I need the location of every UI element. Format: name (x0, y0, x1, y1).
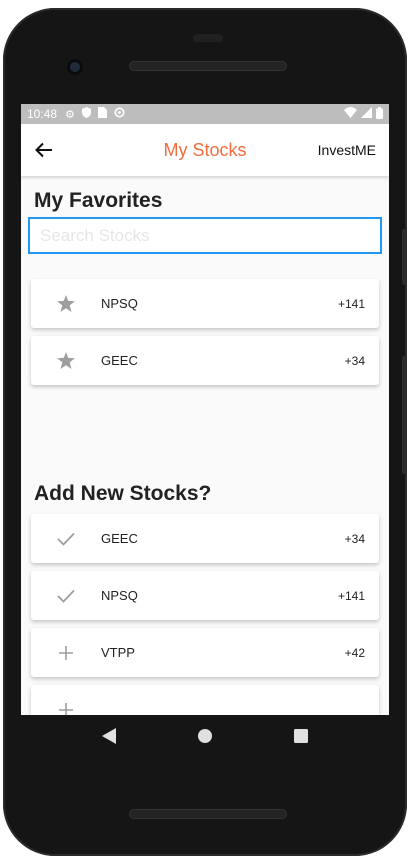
stock-change: +34 (344, 531, 365, 546)
sensor-notch (193, 34, 223, 42)
system-nav-bar (21, 715, 389, 761)
add-stocks-heading: Add New Stocks? (34, 482, 212, 505)
front-camera (67, 59, 83, 75)
favorite-stock-row[interactable]: GEEC +34 (31, 336, 379, 385)
stock-symbol: NPSQ (101, 296, 138, 311)
add-stock-row[interactable] (31, 685, 379, 715)
check-icon[interactable] (31, 589, 101, 603)
power-button[interactable] (402, 356, 407, 474)
app-screen: 10:48 ⚙ My Stocks InvestME My Favorites … (21, 104, 389, 715)
add-stock-row[interactable]: NPSQ +141 (31, 571, 379, 620)
square-recents-icon (294, 728, 308, 743)
back-button[interactable] (21, 124, 67, 176)
nav-back-button[interactable] (102, 727, 116, 749)
volume-button[interactable] (402, 229, 407, 285)
settings-icon: ⚙ (65, 108, 75, 121)
earpiece-speaker (129, 61, 287, 71)
favorites-list: NPSQ +141 GEEC +34 (21, 279, 389, 385)
stock-symbol: VTPP (101, 645, 135, 660)
stock-symbol: GEEC (101, 353, 138, 368)
add-stocks-list: GEEC +34 NPSQ +141 VTPP +42 (21, 514, 389, 715)
stock-change: +141 (337, 588, 365, 603)
plus-icon[interactable] (31, 645, 101, 660)
search-field[interactable] (28, 217, 382, 254)
stock-symbol: NPSQ (101, 588, 138, 603)
plus-icon[interactable] (31, 702, 101, 715)
nav-home-button[interactable] (198, 728, 212, 748)
back-arrow-icon (35, 142, 52, 158)
shield-icon (81, 107, 91, 121)
stock-change: +42 (344, 645, 365, 660)
signal-icon (361, 107, 372, 121)
add-stock-row[interactable]: GEEC +34 (31, 514, 379, 563)
brand-label: InvestME (317, 142, 376, 158)
app-bar: My Stocks InvestME (21, 124, 389, 176)
star-icon[interactable] (31, 352, 101, 369)
wifi-icon (344, 107, 357, 121)
status-bar: 10:48 ⚙ (21, 104, 389, 124)
check-icon[interactable] (31, 532, 101, 546)
status-time: 10:48 (27, 107, 58, 121)
stock-change: +141 (337, 296, 365, 311)
battery-icon (376, 106, 383, 122)
star-icon[interactable] (31, 295, 101, 312)
bottom-speaker (129, 809, 287, 819)
circle-home-icon (198, 728, 212, 743)
sim-card-icon (97, 107, 107, 121)
nav-recents-button[interactable] (294, 728, 308, 748)
favorite-stock-row[interactable]: NPSQ +141 (31, 279, 379, 328)
favorites-heading: My Favorites (34, 189, 163, 212)
search-input[interactable] (30, 225, 380, 246)
triangle-back-icon (102, 727, 116, 744)
stock-change: +34 (344, 353, 365, 368)
stock-symbol: GEEC (101, 531, 138, 546)
add-stock-row[interactable]: VTPP +42 (31, 628, 379, 677)
sync-icon (114, 107, 125, 121)
